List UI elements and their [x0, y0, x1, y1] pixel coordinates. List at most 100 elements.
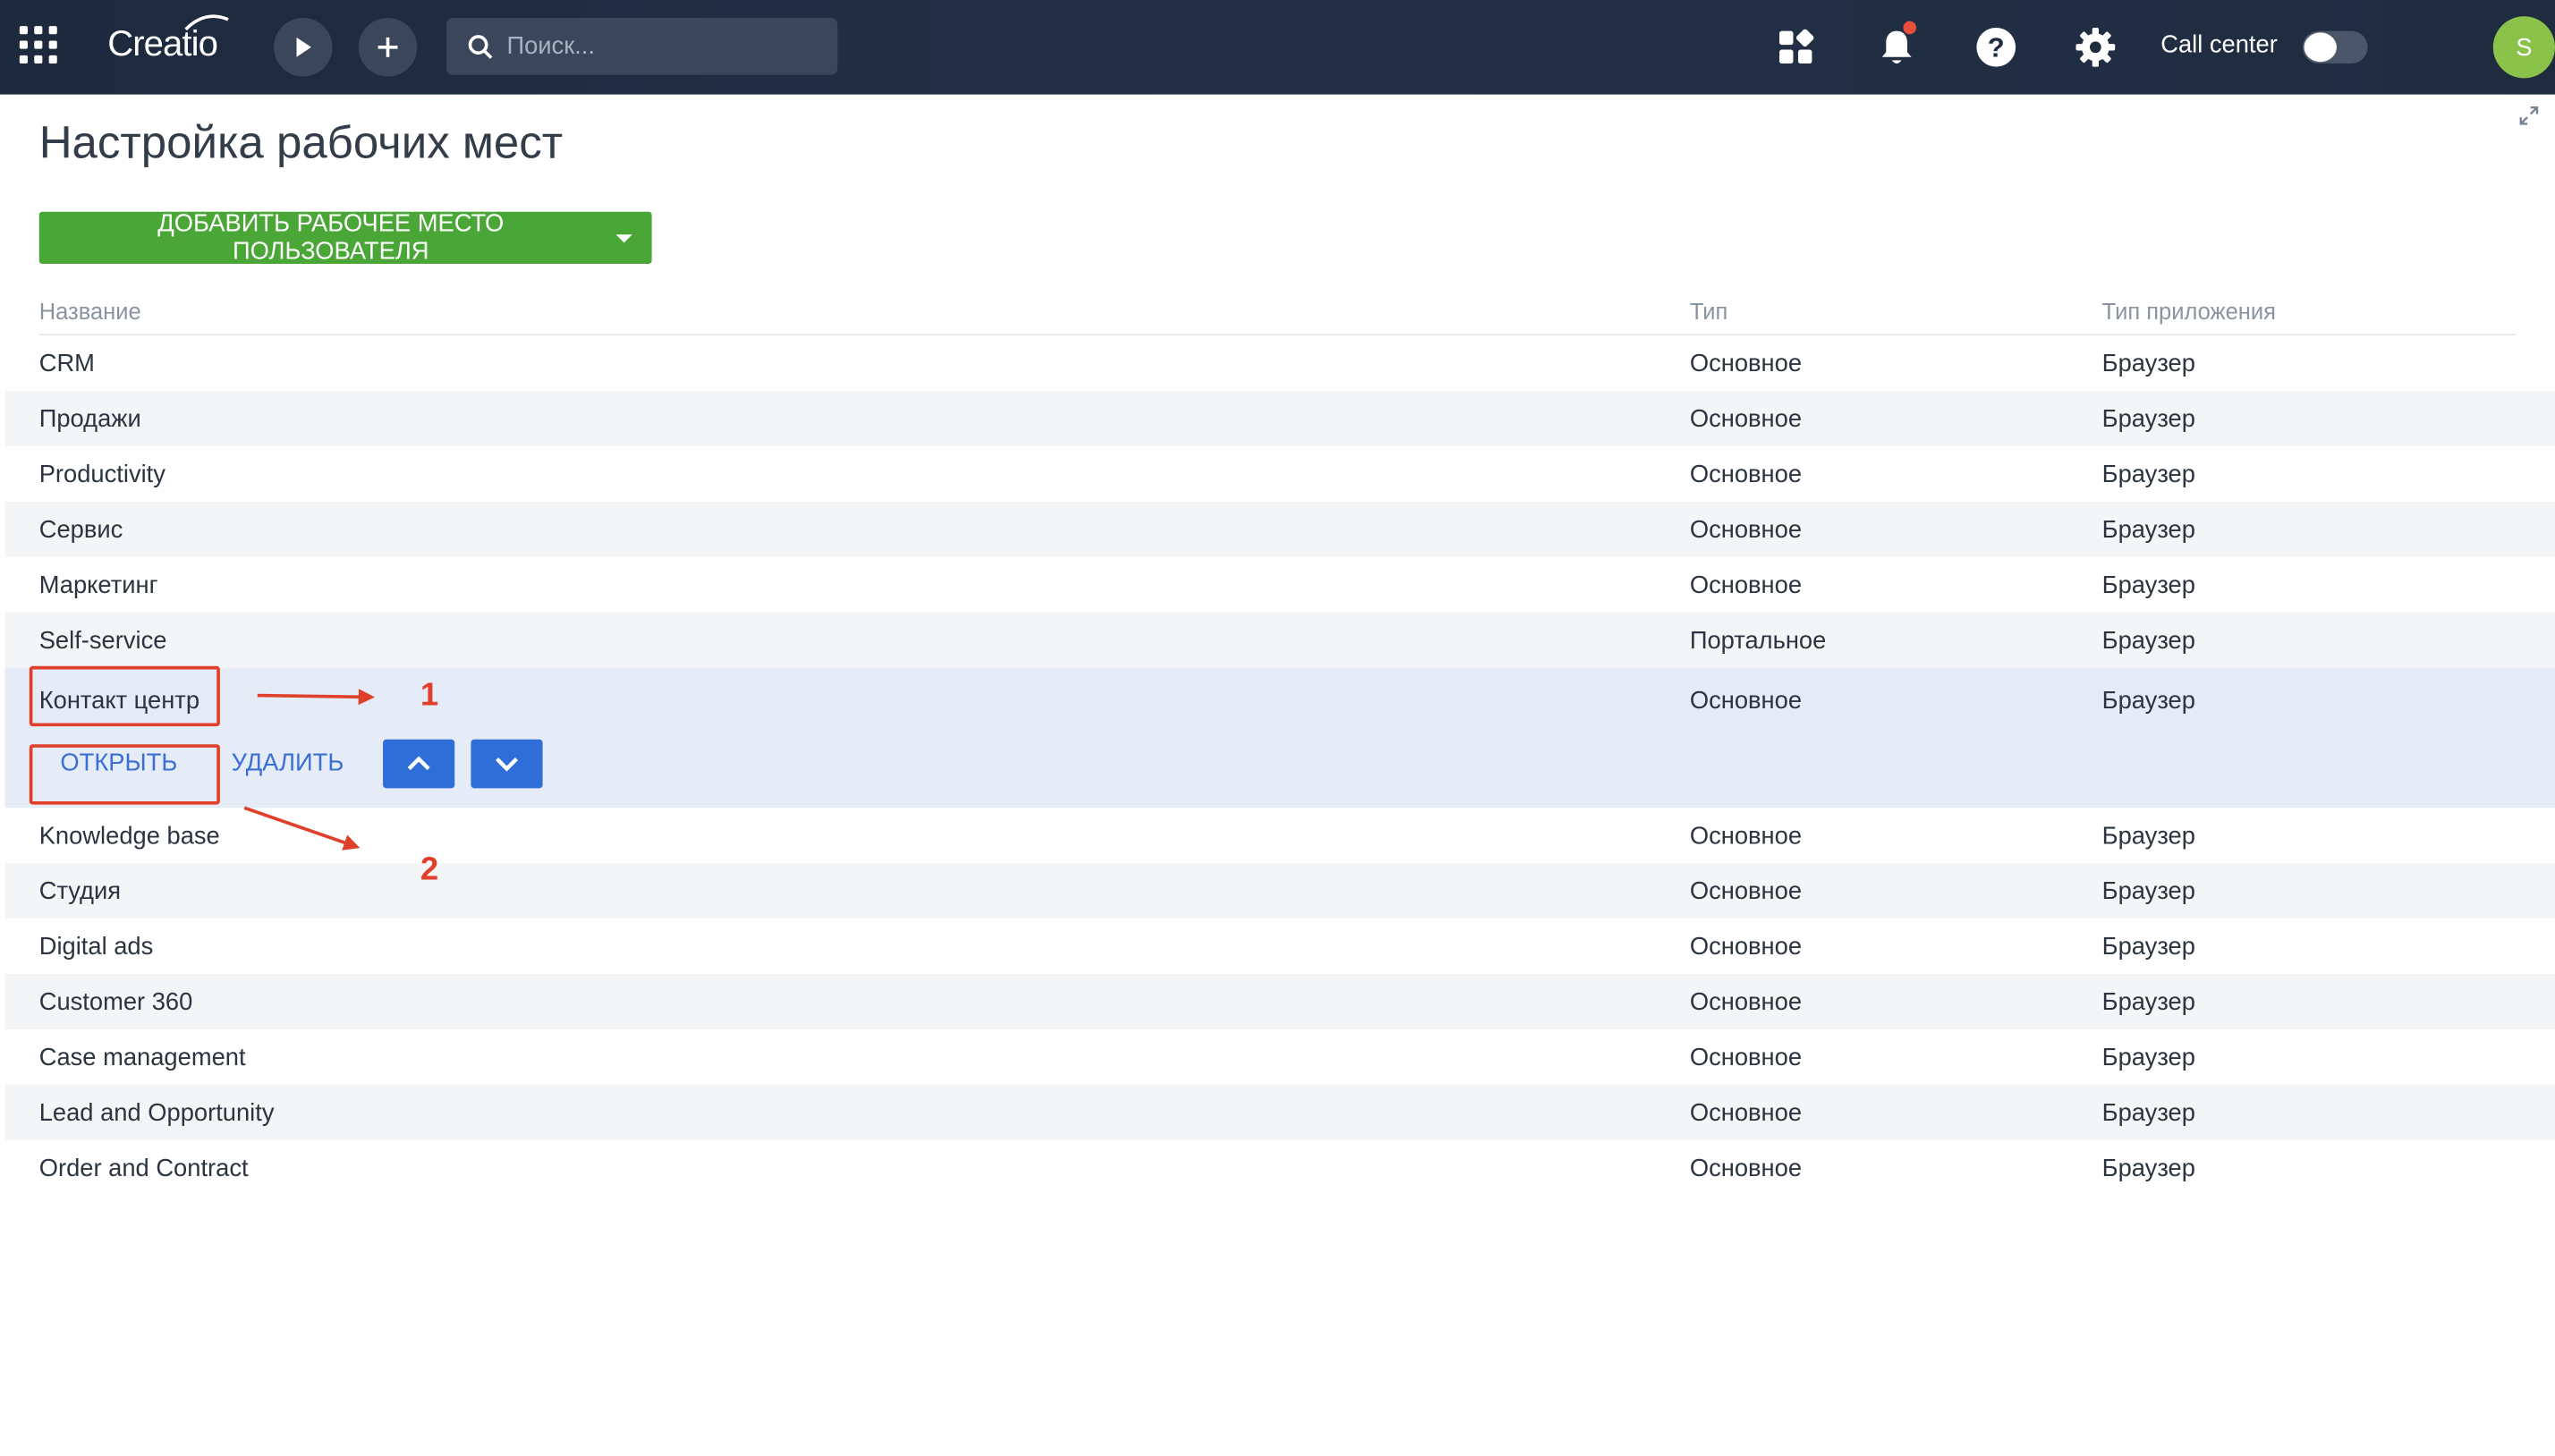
annotation-number-2: 2: [420, 851, 439, 888]
row-app-type: Браузер: [2101, 1155, 2195, 1183]
row-app-type: Браузер: [2101, 350, 2195, 378]
row-name: Digital ads: [38, 933, 154, 961]
row-app-type: Браузер: [2101, 1044, 2195, 1072]
row-type: Основное: [1689, 687, 1803, 715]
table-row[interactable]: Productivity Основное Браузер: [4, 446, 2555, 502]
row-type: Основное: [1689, 405, 1803, 434]
row-actions: ОТКРЫТЬ УДАЛИТЬ: [4, 739, 2555, 799]
table-row-selected[interactable]: Контакт центр Основное Браузер ОТКРЫТЬ У…: [4, 667, 2555, 808]
row-name: Lead and Opportunity: [38, 1099, 275, 1128]
row-name: Productivity: [38, 461, 166, 489]
avatar-letter: S: [2516, 33, 2533, 62]
top-bar: Creatio Поиск... ? Call center S: [0, 0, 2555, 95]
annotation-number-1: 1: [420, 677, 439, 714]
row-app-type: Браузер: [2101, 1099, 2195, 1128]
notification-badge: [1903, 21, 1916, 35]
row-name: Order and Contract: [38, 1155, 249, 1183]
page-title: Настройка рабочих мест: [38, 117, 564, 168]
row-type: Основное: [1689, 516, 1803, 545]
table-row[interactable]: Customer 360 Основное Браузер: [4, 973, 2555, 1029]
row-app-type: Браузер: [2101, 461, 2195, 489]
call-center-label: Call center: [2160, 30, 2278, 59]
row-type: Основное: [1689, 350, 1803, 378]
chevron-up-icon: [407, 756, 430, 771]
help-icon: ?: [1976, 27, 2016, 67]
svg-text:?: ?: [1988, 32, 2005, 63]
search-box[interactable]: [446, 18, 838, 75]
call-center-toggle[interactable]: [2302, 30, 2368, 64]
add-workplace-button[interactable]: ДОБАВИТЬ РАБОЧЕЕ МЕСТО ПОЛЬЗОВАТЕЛЯ: [38, 209, 652, 266]
table-row[interactable]: Self-service Портальное Браузер: [4, 612, 2555, 668]
row-app-type: Браузер: [2101, 405, 2195, 434]
table-row[interactable]: Продажи Основное Браузер: [4, 391, 2555, 446]
search-input[interactable]: [503, 30, 820, 63]
column-header-type[interactable]: Тип: [1690, 298, 1728, 324]
logo-swoosh-icon: [184, 14, 229, 31]
row-name: Сервис: [38, 516, 123, 545]
creatio-logo[interactable]: Creatio: [107, 14, 229, 64]
row-app-type: Браузер: [2101, 933, 2195, 961]
row-name: Case management: [38, 1044, 246, 1072]
user-avatar[interactable]: S: [2492, 16, 2555, 79]
widgets-button[interactable]: [1770, 21, 1821, 73]
row-type: Основное: [1689, 461, 1803, 489]
table-row[interactable]: Case management Основное Браузер: [4, 1029, 2555, 1085]
chevron-down-icon: [495, 758, 518, 772]
table-row[interactable]: Маркетинг Основное Браузер: [4, 557, 2555, 613]
row-name: Knowledge base: [38, 822, 220, 851]
row-type: Основное: [1689, 1155, 1803, 1183]
apps-grid-icon[interactable]: [19, 26, 59, 65]
row-type: Основное: [1689, 877, 1803, 906]
table-row[interactable]: Студия Основное Браузер: [4, 863, 2555, 919]
widgets-icon: [1779, 29, 1814, 64]
row-name: Customer 360: [38, 988, 193, 1017]
row-app-type: Браузер: [2101, 687, 2195, 715]
annotation-box-2: [29, 744, 220, 805]
column-header-name[interactable]: Название: [39, 298, 141, 324]
workplace-list: CRM Основное Браузер Продажи Основное Бр…: [4, 335, 2555, 1196]
row-name: Студия: [38, 877, 122, 906]
annotation-box-1: [29, 665, 220, 727]
settings-button[interactable]: [2069, 21, 2121, 73]
move-up-button[interactable]: [383, 739, 455, 789]
row-app-type: Браузер: [2101, 877, 2195, 906]
expand-icon[interactable]: [2517, 105, 2541, 127]
play-icon: [296, 37, 311, 57]
plus-icon: [378, 37, 398, 57]
table-row[interactable]: Digital ads Основное Браузер: [4, 918, 2555, 974]
toggle-knob: [2304, 32, 2337, 63]
row-type: Основное: [1689, 822, 1803, 851]
row-type: Портальное: [1689, 627, 1827, 656]
add-workplace-label: ДОБАВИТЬ РАБОЧЕЕ МЕСТО ПОЛЬЗОВАТЕЛЯ: [157, 209, 505, 266]
table-row[interactable]: Order and Contract Основное Браузер: [4, 1140, 2555, 1196]
grid-header: Название Тип Тип приложения: [38, 293, 2517, 336]
row-name: Продажи: [38, 405, 141, 434]
row-app-type: Браузер: [2101, 988, 2195, 1017]
notifications-button[interactable]: [1871, 21, 1923, 73]
row-name: Маркетинг: [38, 571, 158, 600]
row-type: Основное: [1689, 988, 1803, 1017]
row-type: Основное: [1689, 933, 1803, 961]
move-down-button[interactable]: [471, 739, 543, 789]
row-type: Основное: [1689, 571, 1803, 600]
row-name: CRM: [38, 350, 95, 378]
row-app-type: Браузер: [2101, 516, 2195, 545]
help-button[interactable]: ?: [1970, 21, 2022, 73]
run-process-button[interactable]: [274, 18, 333, 77]
row-type: Основное: [1689, 1099, 1803, 1128]
table-row[interactable]: CRM Основное Браузер: [4, 335, 2555, 391]
column-header-app-type[interactable]: Тип приложения: [2102, 298, 2276, 324]
gear-icon: [2075, 27, 2116, 67]
table-row[interactable]: Lead and Opportunity Основное Браузер: [4, 1084, 2555, 1140]
row-app-type: Браузер: [2101, 822, 2195, 851]
caret-down-icon: [615, 233, 632, 242]
delete-button[interactable]: УДАЛИТЬ: [232, 749, 344, 777]
row-name: Self-service: [38, 627, 167, 656]
table-row[interactable]: Knowledge base Основное Браузер: [4, 808, 2555, 863]
row-type: Основное: [1689, 1044, 1803, 1072]
row-app-type: Браузер: [2101, 571, 2195, 600]
add-record-button[interactable]: [358, 18, 418, 77]
search-icon: [468, 34, 493, 59]
row-app-type: Браузер: [2101, 627, 2195, 656]
table-row[interactable]: Сервис Основное Браузер: [4, 501, 2555, 557]
